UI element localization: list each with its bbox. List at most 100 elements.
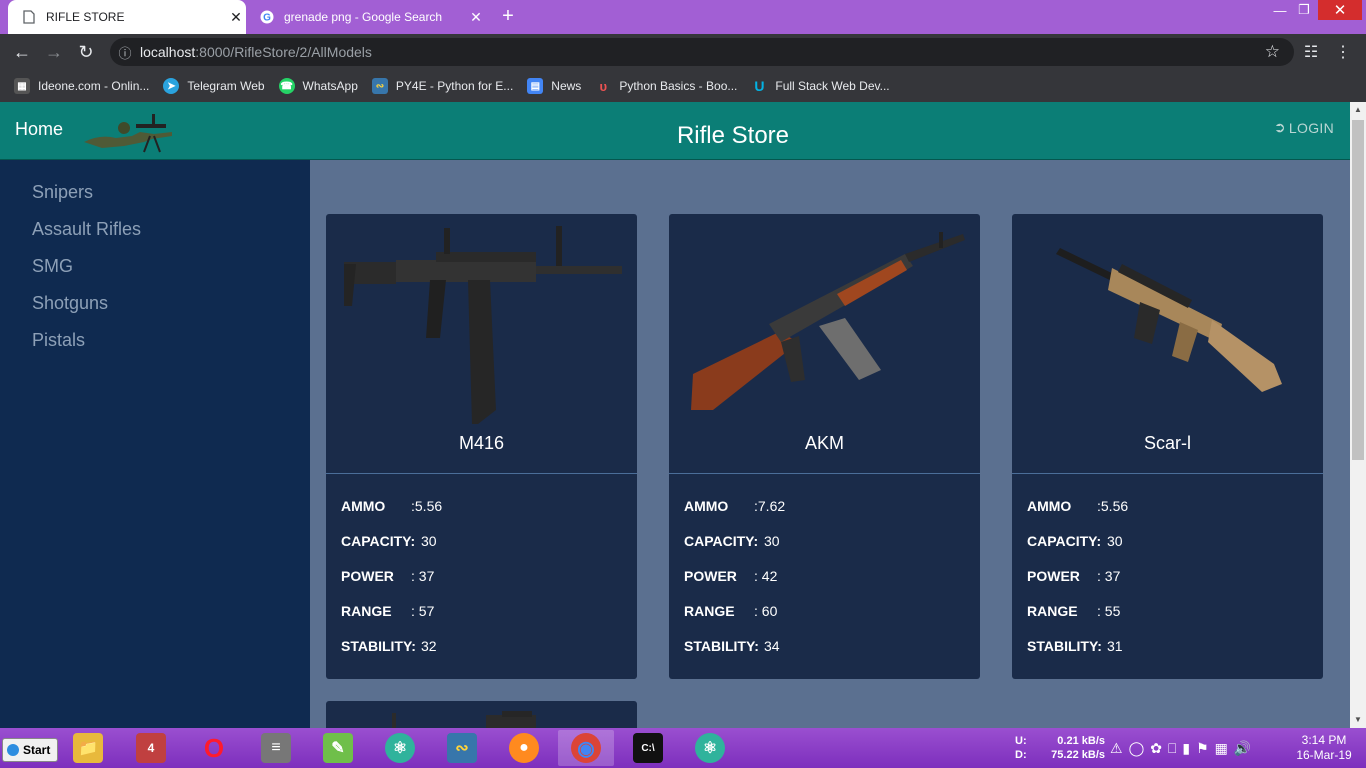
window-close-icon[interactable]: ✕	[1318, 0, 1362, 20]
login-label: LOGIN	[1288, 119, 1334, 136]
minimize-icon[interactable]: —	[1268, 0, 1292, 20]
sidebar-item-shotguns[interactable]: Shotguns	[32, 293, 108, 314]
ideone-icon: ▦	[14, 78, 30, 94]
bookmark-label: Python Basics - Boo...	[619, 79, 738, 93]
bookmark-ideone[interactable]: ▦ Ideone.com - Onlin...	[14, 78, 149, 94]
python-icon: ∾	[371, 78, 388, 94]
taskbar-app-badge[interactable]: 4	[123, 730, 179, 766]
site-title: Rifle Store	[676, 122, 790, 149]
bug-icon[interactable]: ✿	[1150, 740, 1162, 757]
stat-value: :5.56	[411, 498, 443, 514]
stat-capacity: CAPACITY: 30	[1027, 533, 1123, 549]
download-label: D:	[1015, 749, 1027, 761]
taskbar-firefox[interactable]: ●	[496, 730, 552, 766]
google-icon: G	[260, 10, 274, 24]
alert-icon[interactable]: ⚠	[1110, 740, 1123, 757]
stat-range: RANGE: 55	[1027, 603, 1120, 619]
scar-l-image	[1056, 248, 1282, 392]
tab-google-search[interactable]: G grenade png - Google Search ✕	[252, 0, 486, 34]
bookmark-star-icon[interactable]: ☆	[1265, 42, 1280, 62]
sidebar-item-pistals[interactable]: Pistals	[32, 330, 85, 351]
bookmark-telegram[interactable]: ➤ Telegram Web	[163, 78, 265, 94]
taskbar-python[interactable]: ∾	[434, 730, 490, 766]
bookmark-label: Ideone.com - Onlin...	[38, 79, 150, 93]
stat-capacity: CAPACITY: 30	[684, 533, 780, 549]
telegram-icon: ➤	[163, 78, 180, 94]
stat-power: POWER : 37	[341, 568, 434, 584]
browser-tab-strip: RIFLE STORE ✕ G grenade png - Google Sea…	[0, 0, 1366, 34]
page-scrollbar[interactable]: ▲ ▼	[1350, 102, 1366, 728]
taskbar-file-explorer[interactable]: 📁	[60, 730, 116, 766]
close-tab-icon[interactable]: ✕	[226, 9, 246, 26]
rifle-card-akm[interactable]: AKM AMMO:7.62 CAPACITY: 30 POWER: 42 RANG…	[669, 214, 980, 679]
taskbar-cmd[interactable]: C:\	[620, 730, 676, 766]
atom-icon: ⚛	[385, 733, 415, 763]
scroll-up-icon[interactable]: ▲	[1350, 102, 1366, 118]
close-tab-icon[interactable]: ✕	[466, 9, 486, 26]
info-icon[interactable]: ⓘ	[110, 43, 140, 62]
stat-ammo: AMMO:5.56	[341, 498, 442, 514]
flag-icon[interactable]: ⚑	[1196, 740, 1209, 757]
new-tab-button[interactable]: +	[497, 6, 519, 28]
back-icon[interactable]: ←	[8, 34, 36, 70]
system-tray: ⚠ ◯ ✿ ⎕ ▮ ⚑ ▦ 🔊	[1110, 740, 1251, 757]
scroll-down-icon[interactable]: ▼	[1350, 712, 1366, 728]
taskbar-notepad-plus[interactable]: ✎	[310, 730, 366, 766]
svg-text:G: G	[263, 13, 271, 24]
tab-title: RIFLE STORE	[46, 10, 125, 24]
opera-tray-icon[interactable]: ◯	[1129, 740, 1145, 757]
rifle-card-partial[interactable]	[326, 701, 637, 728]
windows-orb-icon	[7, 744, 19, 756]
document-icon	[22, 10, 36, 24]
start-button[interactable]: Start	[2, 738, 58, 762]
system-clock[interactable]: 3:14 PM 16-Mar-19	[1286, 733, 1362, 763]
bookmark-full-stack[interactable]: U Full Stack Web Dev...	[751, 78, 889, 94]
stat-value: 32	[421, 638, 437, 654]
menu-icon[interactable]: ⋮	[1330, 34, 1356, 70]
bookmark-whatsapp[interactable]: ☎ WhatsApp	[278, 78, 358, 94]
udacity-icon: U	[754, 78, 765, 94]
network-icon[interactable]: ▦	[1215, 740, 1228, 757]
udemy-icon: υ	[599, 78, 608, 94]
forward-icon[interactable]: →	[40, 34, 68, 70]
rifle-card-scar-l[interactable]: Scar-l AMMO:5.56 CAPACITY: 30 POWER: 37 R…	[1012, 214, 1323, 679]
login-link[interactable]: ➲ LOGIN	[1274, 119, 1334, 136]
bookmark-news[interactable]: ▤ News	[527, 78, 581, 94]
reload-icon[interactable]: ↻	[72, 34, 100, 70]
bookmark-python-basics[interactable]: υ Python Basics - Boo...	[595, 78, 738, 94]
stat-value: :7.62	[754, 498, 786, 514]
stat-ammo: AMMO:7.62	[684, 498, 785, 514]
stat-value: : 37	[411, 568, 435, 584]
google-news-icon: ▤	[527, 78, 544, 94]
restore-icon[interactable]: ❐	[1292, 0, 1316, 20]
sidebar-item-snipers[interactable]: Snipers	[32, 182, 93, 203]
taskbar-opera[interactable]: O	[186, 730, 242, 766]
stat-label: STABILITY:	[1027, 638, 1102, 654]
stat-label: POWER	[341, 568, 394, 584]
atom-icon: ⚛	[695, 733, 725, 763]
start-label: Start	[23, 743, 51, 757]
taskbar-database[interactable]: ≡	[248, 730, 304, 766]
incognito-icon[interactable]: ☷	[1298, 34, 1324, 70]
stat-value: 30	[764, 533, 780, 549]
tab-rifle-store[interactable]: RIFLE STORE ✕	[8, 0, 246, 34]
stat-label: RANGE	[1027, 603, 1078, 619]
taskbar-atom-2[interactable]: ⚛	[682, 730, 738, 766]
scrollbar-thumb[interactable]	[1352, 120, 1364, 460]
card-divider	[1012, 473, 1323, 474]
sidebar-item-assault-rifles[interactable]: Assault Rifles	[32, 219, 141, 240]
taskbar-atom[interactable]: ⚛	[372, 730, 428, 766]
volume-icon[interactable]: 🔊	[1234, 740, 1251, 757]
sidebar-item-smg[interactable]: SMG	[32, 256, 73, 277]
battery-icon[interactable]: ▮	[1182, 740, 1190, 757]
akm-image	[691, 232, 965, 410]
usb-icon[interactable]: ⎕	[1168, 740, 1176, 757]
stat-range: RANGE: 57	[341, 603, 434, 619]
address-bar[interactable]: ⓘ localhost:8000/RifleStore/2/AllModels …	[110, 38, 1294, 66]
bookmark-label: Full Stack Web Dev...	[775, 79, 890, 93]
taskbar-chrome[interactable]: ◉	[558, 730, 614, 766]
tab-title: grenade png - Google Search	[284, 10, 443, 24]
bookmark-py4e[interactable]: ∾ PY4E - Python for E...	[371, 78, 513, 94]
rifle-card-m416[interactable]: M416 AMMO:5.56 CAPACITY: 30 POWER: 37 RAN…	[326, 214, 637, 679]
stat-value: : 60	[754, 603, 778, 619]
